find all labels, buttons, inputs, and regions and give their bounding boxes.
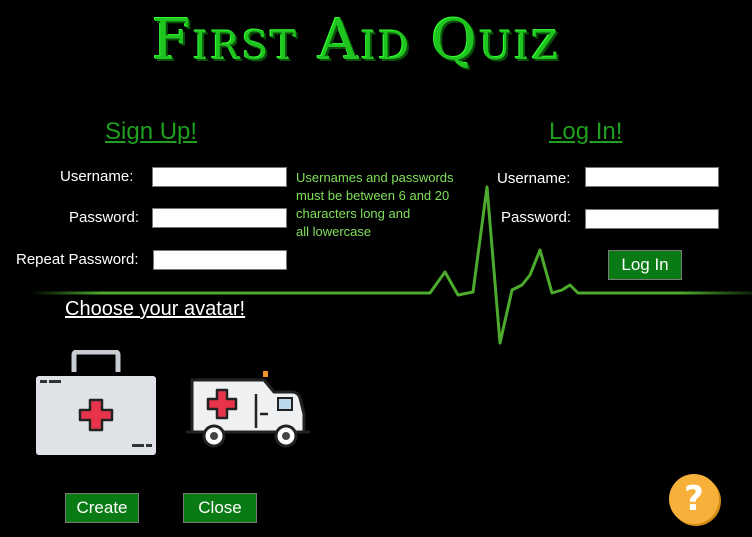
ambulance-icon[interactable] [186,370,312,450]
hint-line-4: all lowercase [296,224,372,239]
signup-heading: Sign Up! [105,118,198,145]
question-mark-icon: ? [684,479,704,519]
hint-line-3: characters long and [296,206,411,221]
signup-password-input[interactable] [152,208,287,228]
close-button[interactable]: Close [183,493,257,523]
login-button[interactable]: Log In [608,250,682,280]
credentials-hint: Usernames and passwords must be between … [296,169,486,241]
avatar-heading: Choose your avatar! [65,298,246,320]
login-heading: Log In! [549,118,623,145]
first-aid-kit-icon[interactable] [34,350,158,458]
signup-repeat-password-label: Repeat Password: [16,251,139,268]
app-title: First Aid Quiz [151,8,561,73]
signup-username-input[interactable] [152,167,287,187]
login-password-input[interactable] [585,209,719,229]
signup-password-label: Password: [69,209,140,226]
signup-username-label: Username: [60,168,134,185]
help-button[interactable]: ? [669,474,719,524]
hint-line-1: Usernames and passwords [296,170,454,185]
create-button[interactable]: Create [65,493,139,523]
login-password-label: Password: [501,209,572,226]
login-username-input[interactable] [585,167,719,187]
hint-line-2: must be between 6 and 20 [296,188,450,203]
login-username-label: Username: [497,170,571,187]
signup-repeat-password-input[interactable] [153,250,287,270]
